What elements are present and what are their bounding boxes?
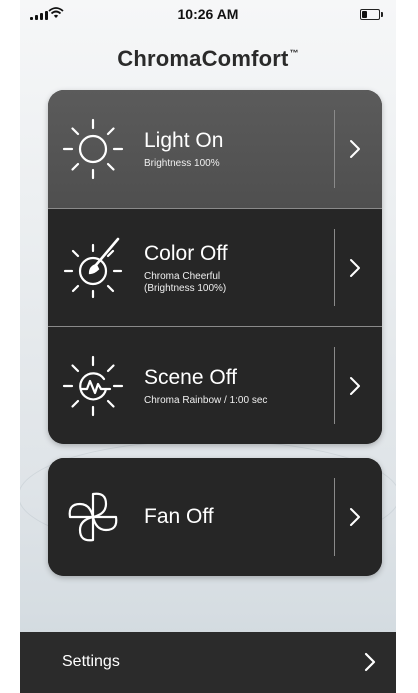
row-divider — [334, 347, 335, 424]
sun-paintbrush-icon — [60, 235, 126, 301]
color-title: Color Off — [144, 241, 228, 265]
sun-icon — [60, 116, 126, 182]
scene-control-row[interactable]: Scene Off Chroma Rainbow / 1:00 sec — [48, 326, 382, 444]
scene-title: Scene Off — [144, 365, 238, 389]
chevron-right-icon[interactable] — [344, 506, 366, 528]
light-subtitle: Brightness 100% — [144, 158, 220, 169]
settings-bar[interactable]: Settings — [20, 632, 396, 693]
fan-title: Fan Off — [144, 505, 214, 528]
row-divider — [334, 478, 335, 556]
app-title: ChromaComfort™ — [20, 46, 396, 72]
status-bar: 10:26 AM — [20, 0, 396, 28]
app-screen: 10:26 AM ChromaComfort™ Light On Brightn… — [20, 0, 396, 693]
chevron-right-icon[interactable] — [344, 257, 366, 279]
status-time: 10:26 AM — [177, 6, 239, 22]
light-text-block: Light On Brightness 100% — [144, 128, 223, 170]
sun-wave-icon — [60, 353, 126, 419]
light-control-row[interactable]: Light On Brightness 100% — [48, 90, 382, 208]
scene-text-block: Scene Off Chroma Rainbow / 1:00 sec — [144, 365, 267, 407]
control-card-group: Light On Brightness 100% Color Off Chrom… — [48, 90, 382, 444]
color-subtitle: Chroma Cheerful (Brightness 100%) — [144, 271, 228, 295]
row-divider — [334, 229, 335, 306]
scene-subtitle: Chroma Rainbow / 1:00 sec — [144, 394, 268, 406]
color-text-block: Color Off Chroma Cheerful (Brightness 10… — [144, 241, 228, 295]
fan-icon — [60, 484, 126, 550]
chevron-right-icon[interactable] — [344, 138, 366, 160]
trademark-symbol: ™ — [289, 48, 299, 58]
chevron-right-icon[interactable] — [344, 375, 366, 397]
color-subtitle-line2: (Brightness 100%) — [144, 282, 227, 294]
fan-control-row[interactable]: Fan Off — [48, 458, 382, 576]
settings-label: Settings — [62, 653, 120, 670]
row-divider — [334, 110, 335, 188]
app-title-text: ChromaComfort — [117, 46, 289, 71]
color-control-row[interactable]: Color Off Chroma Cheerful (Brightness 10… — [48, 208, 382, 326]
fan-text-block: Fan Off — [144, 504, 214, 530]
chevron-right-icon[interactable] — [360, 652, 380, 672]
color-subtitle-line1: Chroma Cheerful — [144, 270, 221, 282]
light-title: Light On — [144, 129, 224, 152]
fan-control-card: Fan Off — [48, 458, 382, 576]
battery-icon — [360, 9, 383, 20]
